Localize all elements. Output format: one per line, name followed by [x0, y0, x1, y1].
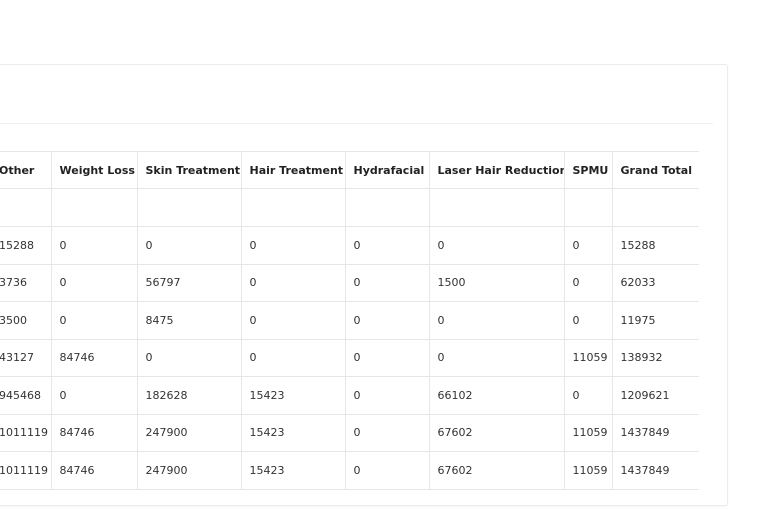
- table-cell: 247900: [136, 413, 242, 452]
- table-cell: 0: [240, 338, 346, 377]
- table-cell: 0: [344, 226, 430, 265]
- table-cell: 0: [563, 263, 613, 302]
- column-header-other[interactable]: Other: [0, 151, 52, 189]
- table-cell: 56797: [136, 263, 242, 302]
- table-cell: [240, 188, 346, 227]
- table-cell: 67602: [428, 451, 565, 490]
- table-cell: 1437849: [611, 451, 699, 490]
- table-row: 1011119 84746 247900 15423 0 67602 11059…: [0, 451, 699, 490]
- table-cell: 1011119: [0, 451, 52, 490]
- table-cell: 43127: [0, 338, 52, 377]
- table-cell: 11059: [563, 338, 613, 377]
- table-row: 3736 0 56797 0 0 1500 0 62033: [0, 263, 699, 302]
- column-header-spmu[interactable]: SPMU: [563, 151, 613, 189]
- table-cell: 0: [50, 376, 138, 415]
- header-row: Other Weight Loss Skin Treatment Hair Tr…: [0, 151, 699, 189]
- table-cell: 62033: [611, 263, 699, 302]
- table-cell: 0: [428, 301, 565, 340]
- table-row: 15288 0 0 0 0 0 0 15288: [0, 226, 699, 265]
- table-cell: 247900: [136, 451, 242, 490]
- column-header-laser-hair-reduction[interactable]: Laser Hair Reduction: [428, 151, 565, 189]
- table-cell: 8475: [136, 301, 242, 340]
- report-table-container: Other Weight Loss Skin Treatment Hair Tr…: [0, 151, 699, 491]
- table-cell: 1500: [428, 263, 565, 302]
- table-cell: 66102: [428, 376, 565, 415]
- table-cell: 0: [344, 413, 430, 452]
- table-row: [0, 188, 699, 227]
- table-cell: 1209621: [611, 376, 699, 415]
- table-cell: 0: [344, 263, 430, 302]
- table-cell: 15423: [240, 376, 346, 415]
- table-row: 1011119 84746 247900 15423 0 67602 11059…: [0, 413, 699, 452]
- table-cell: 0: [344, 451, 430, 490]
- table-cell: 0: [344, 376, 430, 415]
- table-cell: 138932: [611, 338, 699, 377]
- table-cell: 0: [428, 226, 565, 265]
- table-cell: 0: [50, 263, 138, 302]
- table-cell: [0, 188, 52, 227]
- table-cell: 15423: [240, 451, 346, 490]
- table-cell: 0: [428, 338, 565, 377]
- table-row: 43127 84746 0 0 0 0 11059 138932: [0, 338, 699, 377]
- table-cell: 3736: [0, 263, 52, 302]
- table-cell: 1437849: [611, 413, 699, 452]
- table-cell: 0: [563, 226, 613, 265]
- table-cell: 0: [240, 226, 346, 265]
- table-cell: 0: [240, 301, 346, 340]
- table-cell: 15288: [0, 226, 52, 265]
- table-cell: [428, 188, 565, 227]
- table-cell: 3500: [0, 301, 52, 340]
- table-cell: 0: [563, 301, 613, 340]
- table-cell: 84746: [50, 338, 138, 377]
- table-cell: 15423: [240, 413, 346, 452]
- table-cell: 84746: [50, 413, 138, 452]
- column-header-skin-treatment[interactable]: Skin Treatment: [136, 151, 242, 189]
- table-header: Other Weight Loss Skin Treatment Hair Tr…: [0, 151, 699, 189]
- table-row: 945468 0 182628 15423 0 66102 0 1209621: [0, 376, 699, 415]
- table-cell: 0: [344, 338, 430, 377]
- table-cell: 11059: [563, 413, 613, 452]
- table-cell: [344, 188, 430, 227]
- page: Other Weight Loss Skin Treatment Hair Tr…: [0, 0, 775, 510]
- table-cell: 11975: [611, 301, 699, 340]
- table-cell: [50, 188, 138, 227]
- card-header-divider: [0, 123, 713, 124]
- table-row: 3500 0 8475 0 0 0 0 11975: [0, 301, 699, 340]
- table-cell: 0: [136, 226, 242, 265]
- column-header-weight-loss[interactable]: Weight Loss: [50, 151, 138, 189]
- table-cell: 15288: [611, 226, 699, 265]
- table-cell: 945468: [0, 376, 52, 415]
- table-cell: 0: [50, 226, 138, 265]
- table-cell: 67602: [428, 413, 565, 452]
- table-body: 15288 0 0 0 0 0 0 15288 3736 0 56797 0 0…: [0, 188, 699, 490]
- table-cell: 0: [240, 263, 346, 302]
- column-header-hydrafacial[interactable]: Hydrafacial: [344, 151, 430, 189]
- table-cell: [563, 188, 613, 227]
- table-cell: [611, 188, 699, 227]
- table-cell: 0: [50, 301, 138, 340]
- column-header-grand-total[interactable]: Grand Total: [611, 151, 699, 189]
- table-cell: 0: [136, 338, 242, 377]
- column-header-hair-treatment[interactable]: Hair Treatment: [240, 151, 346, 189]
- report-table: Other Weight Loss Skin Treatment Hair Tr…: [0, 151, 699, 490]
- table-cell: [136, 188, 242, 227]
- report-card: Other Weight Loss Skin Treatment Hair Tr…: [0, 64, 728, 506]
- table-cell: 0: [344, 301, 430, 340]
- table-cell: 0: [563, 376, 613, 415]
- table-cell: 1011119: [0, 413, 52, 452]
- table-cell: 11059: [563, 451, 613, 490]
- table-cell: 182628: [136, 376, 242, 415]
- table-cell: 84746: [50, 451, 138, 490]
